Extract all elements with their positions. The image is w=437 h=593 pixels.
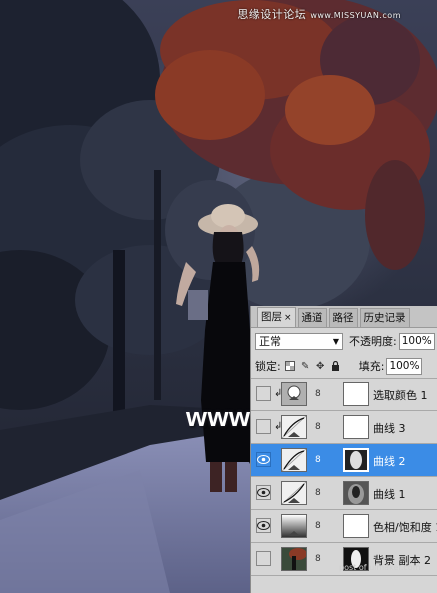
opacity-field[interactable]: 100% — [398, 332, 435, 350]
layer-name[interactable]: 曲线 1 — [373, 486, 406, 502]
close-icon[interactable]: × — [284, 313, 292, 323]
forum-watermark-en: www.MISSYUAN.com — [310, 11, 401, 20]
brush-icon[interactable]: ✎ — [300, 361, 311, 372]
layer-row[interactable]: 8 色相/饱和度 1 — [251, 510, 437, 543]
panel-tabs: 图层 × 通道 路径 历史记录 — [251, 306, 437, 328]
layer-row[interactable]: 8 曲线 1 — [251, 477, 437, 510]
curves-thumb — [281, 481, 307, 505]
forum-watermark: 思缘设计论坛 www.MISSYUAN.com — [237, 6, 401, 22]
fill-label: 填充: — [358, 360, 385, 373]
hue-saturation-thumb — [281, 514, 307, 538]
tab-paths[interactable]: 路径 — [328, 308, 358, 327]
layer-row[interactable]: 8 曲线 2 — [251, 444, 437, 477]
layer-mask-thumb — [343, 448, 369, 472]
visibility-toggle[interactable] — [256, 386, 271, 401]
lock-icon[interactable] — [330, 361, 341, 372]
photo-layer-thumb — [281, 547, 307, 571]
layer-mask-thumb — [343, 481, 369, 505]
tab-history[interactable]: 历史记录 — [359, 308, 410, 327]
tab-layers[interactable]: 图层 × — [257, 307, 296, 327]
chevron-down-icon: ▼ — [332, 336, 339, 346]
layer-mask-thumb — [343, 514, 369, 538]
tab-channels[interactable]: 通道 — [297, 308, 327, 327]
chain-icon: 8 — [315, 455, 321, 465]
chain-icon: 8 — [315, 389, 321, 399]
layer-mask-thumb — [343, 415, 369, 439]
blend-mode-select[interactable]: 正常 ▼ — [255, 332, 343, 350]
visibility-toggle[interactable] — [256, 452, 271, 467]
visibility-toggle[interactable] — [256, 518, 271, 533]
chain-icon: 8 — [315, 521, 321, 531]
layer-row[interactable]: ↲ 8 选取颜色 1 — [251, 378, 437, 411]
lock-transparent-icon[interactable] — [285, 361, 296, 372]
curves-thumb — [281, 415, 307, 439]
uimaker-watermark: post of uimaker.com — [339, 563, 421, 572]
visibility-toggle[interactable] — [256, 551, 271, 566]
layer-name[interactable]: 曲线 2 — [373, 453, 406, 469]
lock-row: 锁定: ✎ ✥ 填充: 100% — [251, 354, 437, 379]
layer-mask-thumb — [343, 382, 369, 406]
tab-layers-label: 图层 — [261, 311, 282, 323]
opacity-label: 不透明度: — [349, 335, 397, 348]
selective-color-thumb — [281, 382, 307, 406]
blend-mode-value: 正常 — [259, 335, 281, 348]
visibility-toggle[interactable] — [256, 485, 271, 500]
move-icon[interactable]: ✥ — [315, 361, 326, 372]
visibility-toggle[interactable] — [256, 419, 271, 434]
chain-icon: 8 — [315, 554, 321, 564]
layer-name[interactable]: 曲线 3 — [373, 420, 406, 436]
layer-name[interactable]: 选取颜色 1 — [373, 387, 428, 403]
lock-label: 锁定: — [255, 360, 281, 373]
blend-row: 正常 ▼ 不透明度: 100% — [251, 328, 437, 354]
layer-row[interactable]: ↲ 8 曲线 3 — [251, 411, 437, 444]
chain-icon: 8 — [315, 422, 321, 432]
curves-thumb — [281, 448, 307, 472]
forum-watermark-cn: 思缘设计论坛 — [237, 8, 307, 21]
fill-field[interactable]: 100% — [386, 357, 423, 375]
layer-name[interactable]: 色相/饱和度 1 — [373, 519, 437, 535]
layers-panel: 图层 × 通道 路径 历史记录 正常 ▼ 不透明度: 100% 锁定: ✎ ✥ 填… — [250, 306, 437, 593]
chain-icon: 8 — [315, 488, 321, 498]
